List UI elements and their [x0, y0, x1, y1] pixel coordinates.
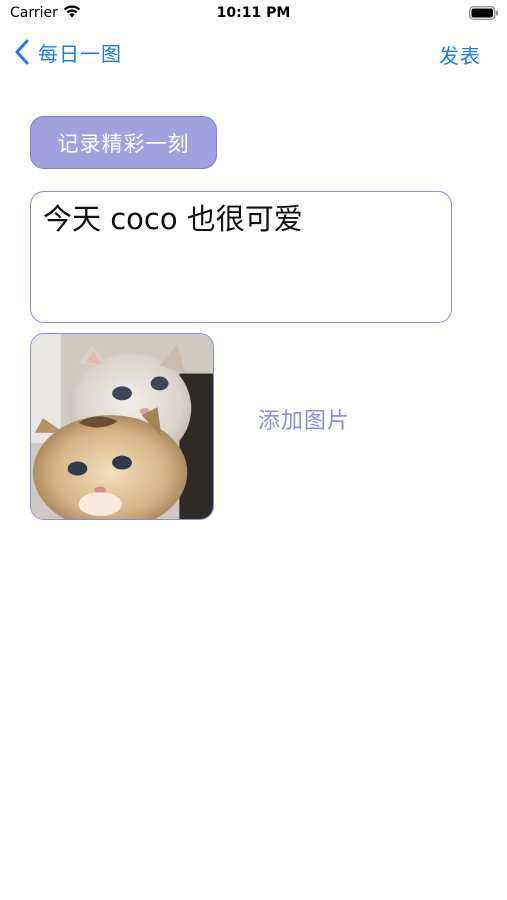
- post-text: 今天 coco 也很可爱: [43, 202, 303, 236]
- kittens-photo: [31, 334, 213, 519]
- tag-chip[interactable]: 记录精彩一刻: [30, 116, 217, 169]
- back-button[interactable]: 每日一图: [14, 38, 122, 66]
- post-text-input[interactable]: 今天 coco 也很可爱: [30, 191, 452, 323]
- navigation-bar: 每日一图 发表: [0, 28, 507, 76]
- tag-label: 记录精彩一刻: [57, 131, 190, 156]
- chevron-left-icon: [15, 39, 29, 65]
- publish-button[interactable]: 发表: [439, 40, 481, 69]
- photo-thumbnail[interactable]: [30, 333, 214, 520]
- screen: Carrier 10:11 PM 每日一图 发表 记录精彩一刻 今天 coco …: [0, 0, 507, 900]
- back-label: 每日一图: [38, 41, 122, 66]
- status-time: 10:11 PM: [216, 5, 291, 21]
- battery-icon: [469, 6, 498, 20]
- add-photo-button[interactable]: 添加图片: [258, 403, 350, 435]
- status-bar: Carrier 10:11 PM: [0, 0, 507, 28]
